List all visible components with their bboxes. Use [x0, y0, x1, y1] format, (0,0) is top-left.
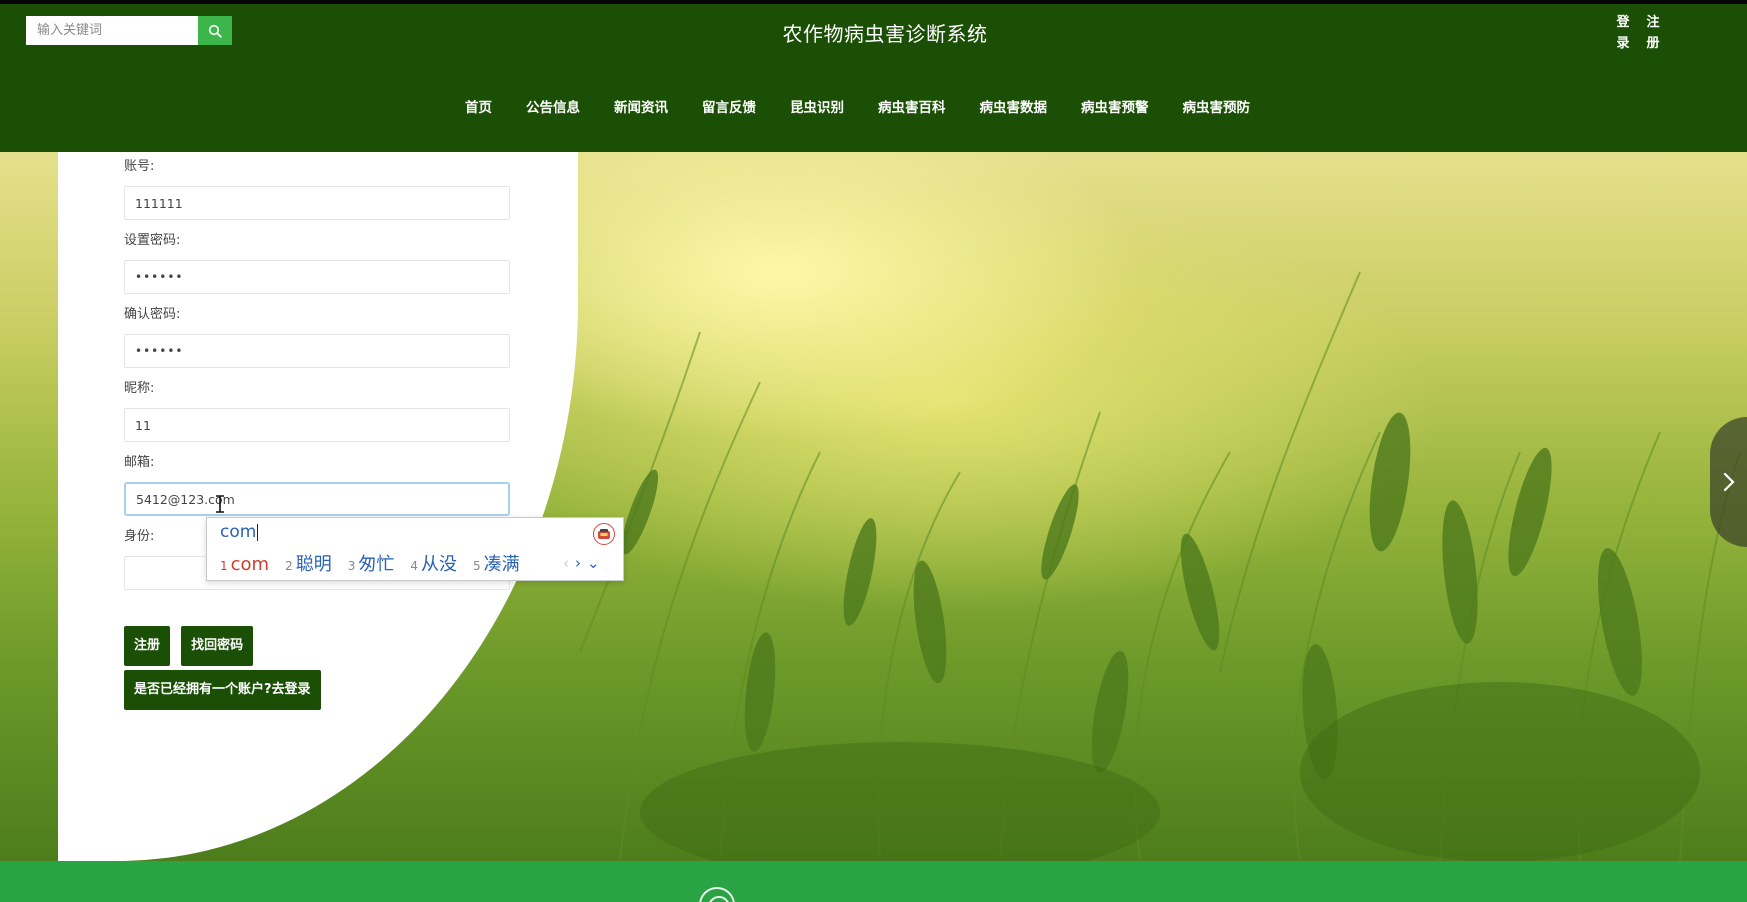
register-button[interactable]: 注册: [124, 626, 171, 666]
ime-candidate-number: 1: [220, 559, 228, 573]
footer-logo-icon: [699, 887, 735, 902]
go-login-wrap: 是否已经拥有一个账户?去登录: [124, 670, 321, 710]
nav-item-pest-warning[interactable]: 病虫害预警: [1081, 96, 1149, 116]
ime-expand-icon[interactable]: ⌄: [587, 556, 600, 571]
nav-item-notices[interactable]: 公告信息: [526, 96, 580, 116]
ime-candidate-text: 匆忙: [358, 554, 395, 575]
site-title: 农作物病虫害诊断系统: [782, 22, 988, 46]
ime-candidate-number: 4: [410, 559, 419, 573]
ime-candidate[interactable]: 2 聪明: [285, 550, 332, 576]
ime-candidate[interactable]: 3 匆忙: [348, 550, 395, 576]
auth-links: 登录 注册: [1612, 12, 1664, 54]
carousel-next-button[interactable]: [1710, 417, 1747, 547]
ime-prev-page-icon[interactable]: ‹: [563, 556, 569, 571]
find-password-button[interactable]: 找回密码: [181, 626, 254, 666]
ime-candidate-number: 5: [473, 559, 481, 573]
ime-candidate-number: 2: [285, 559, 293, 573]
account-label: 账号:: [124, 159, 155, 174]
password-label: 设置密码:: [124, 233, 181, 248]
nav-item-pest-encyclopedia[interactable]: 病虫害百科: [878, 96, 946, 116]
main-nav: 首页 公告信息 新闻资讯 留言反馈 昆虫识别 病虫害百科 病虫害数据 病虫害预警…: [465, 96, 1284, 116]
email-input[interactable]: 5412@123.com: [124, 482, 510, 516]
nav-item-news[interactable]: 新闻资讯: [614, 96, 668, 116]
ime-candidates: 1 com 2 聪明 3 匆忙 4 从没 5 凑满: [220, 550, 536, 576]
ime-candidate-number: 3: [347, 559, 356, 573]
nav-item-pest-data[interactable]: 病虫害数据: [980, 96, 1048, 116]
register-link[interactable]: 注册: [1642, 12, 1664, 54]
ime-logo-glyph: [598, 529, 610, 539]
ime-candidate-text: 凑满: [483, 554, 520, 575]
form-buttons: 注册 找回密码: [124, 626, 254, 666]
go-login-button[interactable]: 是否已经拥有一个账户?去登录: [124, 670, 321, 710]
nav-item-feedback[interactable]: 留言反馈: [702, 96, 756, 116]
ime-candidate-text: 聪明: [295, 554, 332, 575]
password-input[interactable]: ••••••: [124, 260, 510, 294]
ime-logo-icon[interactable]: [593, 523, 615, 545]
nickname-label: 昵称:: [124, 381, 155, 396]
nav-item-pest-prevention[interactable]: 病虫害预防: [1183, 96, 1251, 116]
ime-next-page-icon[interactable]: ›: [575, 556, 581, 571]
ime-candidate[interactable]: 5 凑满: [473, 550, 520, 576]
ime-candidate-window: com 1 com 2 聪明 3 匆忙 4 从没 5 凑满 ‹ › ⌄: [206, 517, 624, 581]
ime-candidate-text: com: [230, 554, 270, 575]
text-cursor-icon: [216, 495, 224, 513]
ime-caret: [257, 523, 259, 541]
ime-composition: com: [220, 522, 259, 542]
nav-item-insect-recognition[interactable]: 昆虫识别: [790, 96, 844, 116]
confirm-password-label: 确认密码:: [124, 307, 181, 322]
ime-candidate[interactable]: 4 从没: [410, 550, 457, 576]
site-header: 农作物病虫害诊断系统 登录 注册 首页 公告信息 新闻资讯 留言反馈 昆虫识别 …: [0, 4, 1747, 152]
ime-candidate[interactable]: 1 com: [220, 554, 269, 575]
nav-item-home[interactable]: 首页: [465, 96, 492, 116]
ime-pager: ‹ › ⌄: [563, 556, 600, 571]
chevron-right-icon: [1723, 472, 1735, 492]
site-footer: [0, 861, 1747, 902]
nickname-input[interactable]: 11: [124, 408, 510, 442]
account-input[interactable]: 111111: [124, 186, 510, 220]
ime-candidate-text: 从没: [421, 554, 458, 575]
confirm-password-input[interactable]: ••••••: [124, 334, 510, 368]
login-link[interactable]: 登录: [1612, 12, 1634, 54]
ime-composition-text: com: [220, 522, 257, 542]
email-label: 邮箱:: [124, 455, 155, 470]
